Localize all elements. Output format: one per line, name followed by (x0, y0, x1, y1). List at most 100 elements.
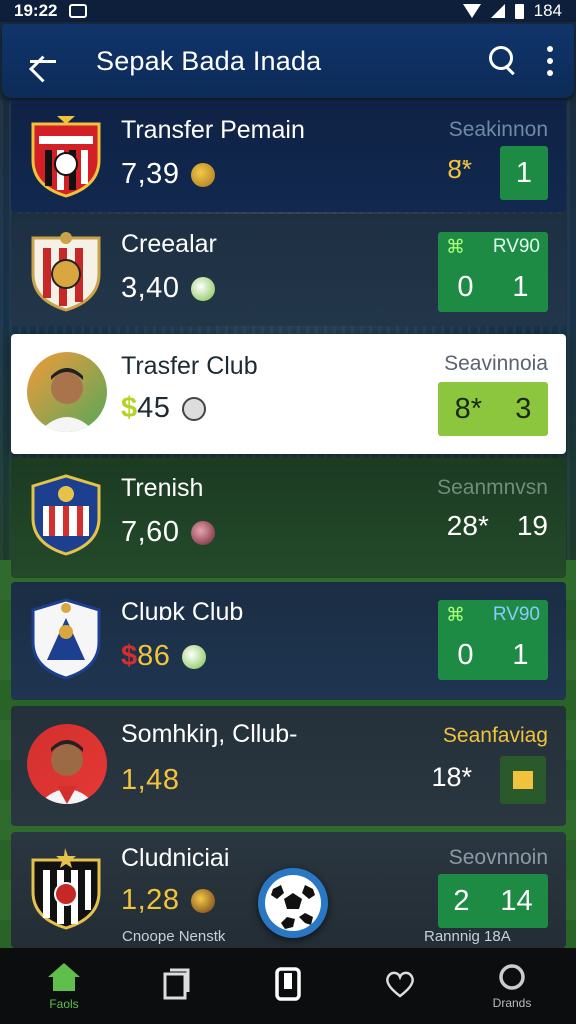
club-crest-icon (29, 846, 103, 930)
club-value: $45 (121, 392, 207, 425)
value-text: 7,39 (121, 158, 180, 190)
score-text: 28* 19 (447, 510, 548, 542)
score-left: 8* (454, 392, 483, 425)
value-text: 3,40 (121, 272, 180, 304)
heart-icon (386, 971, 414, 998)
club-name: Creealar (121, 230, 217, 258)
search-icon[interactable] (486, 44, 520, 78)
score-left: 18* (431, 762, 472, 792)
badge-icon: ⌘ (446, 605, 465, 626)
home-icon (48, 963, 80, 991)
score-left: 0 (457, 271, 474, 303)
value-text: 86 (137, 640, 171, 672)
score-left: 2 (453, 884, 470, 917)
score-badge: 1 (500, 146, 548, 200)
bottom-navigation: Faols Drands (0, 948, 576, 1024)
soccer-ball-icon (265, 875, 321, 931)
score-badge: 2 14 (438, 874, 548, 928)
score-right: 1 (515, 156, 533, 189)
ball-icon (191, 276, 216, 301)
more-options-icon[interactable] (546, 46, 554, 76)
score-right: 3 (515, 392, 532, 425)
score-header: RV90 (492, 604, 540, 625)
page-title: Sepak Bada Inada (96, 45, 322, 76)
list-item[interactable]: Cluɒk Club $86 ⌘ RV90 0 1 (11, 582, 566, 700)
player-avatar (27, 724, 107, 804)
score-badge: 8* 3 (438, 382, 548, 436)
club-value: 7,60 (121, 516, 216, 549)
nav-label: Faols (49, 997, 79, 1011)
score-left: 0 (457, 639, 474, 671)
list-item[interactable]: Trasfer Club $45 Seavinnoia 8* 3 (11, 334, 566, 454)
footer-right-text: Rannnig 18A (424, 928, 511, 945)
nav-item-favorites[interactable] (355, 948, 445, 1024)
club-name: Cluɒk Club (121, 598, 244, 626)
score-box: ⌘ RV90 0 1 (438, 232, 548, 312)
score-box: ⌘ RV90 0 1 (438, 600, 548, 680)
nav-item-brands[interactable]: Drands (467, 948, 557, 1024)
ball-icon (182, 644, 207, 669)
status-bar: 19:22 184 (0, 0, 576, 22)
club-crest-icon (29, 114, 103, 198)
score-right: 14 (500, 884, 533, 917)
card-icon (163, 968, 190, 1000)
soccer-ball-button[interactable] (258, 868, 328, 938)
list-item[interactable]: Creealar 3,40 ⌘ RV90 0 1 (11, 214, 566, 326)
club-name: Somhkiŋ, Cllub- (121, 720, 298, 748)
yellow-card-icon (513, 771, 533, 789)
season-label: Seanmnvsn (437, 476, 548, 499)
club-value: 3,40 (121, 272, 216, 305)
currency-symbol: $ (121, 640, 138, 672)
score-badge (500, 756, 546, 804)
score-left: 28* (446, 510, 489, 541)
battery-level: 184 (533, 1, 562, 20)
footer-left-text: Cnoope Nenstk (122, 928, 226, 945)
club-name: Transfer Pemain (121, 116, 305, 144)
club-value: $86 (121, 640, 207, 673)
club-name: Cludniciai (121, 844, 230, 872)
player-avatar (27, 352, 107, 432)
nav-item-phone[interactable] (243, 948, 333, 1024)
rugby-ball-icon (191, 520, 216, 545)
battery-icon (514, 3, 524, 19)
status-time: 19:22 (14, 1, 58, 20)
list-item[interactable]: Transfer Pemain 7,39 Seakinnon 8̈* 1 (11, 100, 566, 212)
club-crest-icon (29, 596, 103, 680)
club-value: 7,39 (121, 158, 216, 191)
phone-icon (275, 967, 301, 1001)
signal-icon (490, 4, 505, 18)
list-item[interactable]: Trenish 7,60 Seanmnvsn 28* 19 (11, 458, 566, 578)
season-label: Seavinnoia (444, 352, 548, 375)
club-crest-icon (29, 472, 103, 556)
notification-icon (69, 4, 88, 18)
nav-label: Drands (492, 996, 532, 1010)
value-text: 45 (137, 392, 171, 424)
value-text: 1,28 (121, 884, 180, 916)
season-label: Seanfaviag (442, 724, 548, 747)
club-crest-icon (29, 228, 103, 312)
badge-icon: ⌘ (446, 237, 465, 258)
back-arrow-icon[interactable] (22, 41, 62, 81)
wifi-icon (462, 4, 481, 18)
score-right: 1 (512, 271, 529, 303)
list-item[interactable]: Somhkiŋ, Cllub- 1,48 Seanfaviag 18* (11, 706, 566, 826)
value-text: 7,60 (121, 516, 180, 548)
club-name: Trasfer Club (121, 352, 258, 380)
score-right: 19 (516, 510, 548, 541)
score-header: RV90 (492, 236, 540, 257)
club-value: 1,48 (121, 764, 179, 797)
rugby-ball-icon (191, 888, 216, 913)
score-left: 8̈* (447, 154, 472, 184)
currency-symbol: $ (121, 392, 138, 424)
ball-icon (182, 396, 207, 421)
club-name: Trenish (121, 474, 204, 502)
rugby-ball-icon (191, 162, 216, 187)
nav-item-cards[interactable] (131, 948, 221, 1024)
circle-icon (499, 964, 525, 990)
nav-item-home[interactable]: Faols (19, 948, 109, 1024)
score-right: 1 (512, 639, 529, 671)
season-label: Seakinnon (448, 118, 548, 141)
app-bar: Sepak Bada Inada (2, 24, 574, 98)
season-label: Seovnnoin (448, 846, 548, 869)
club-value: 1,28 (121, 884, 216, 917)
